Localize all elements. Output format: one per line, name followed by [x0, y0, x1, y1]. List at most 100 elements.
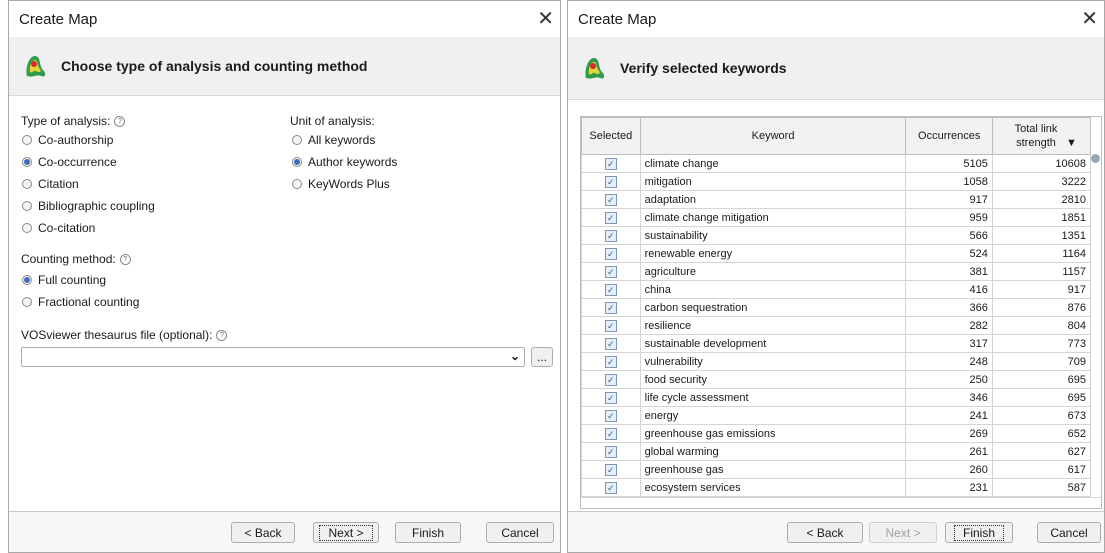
occurrences-cell: 261	[905, 442, 993, 461]
total-link-strength-cell: 917	[991, 280, 1092, 299]
selected-cell[interactable]: ✓	[581, 226, 641, 245]
checkbox-checked-icon[interactable]: ✓	[604, 265, 617, 278]
keyword-cell: life cycle assessment	[639, 388, 907, 407]
help-icon[interactable]: ?	[216, 330, 228, 342]
occurrences-cell: 231	[905, 478, 993, 497]
table-row[interactable]: ✓ carbon sequestration 366 876	[581, 298, 1092, 317]
table-row[interactable]: ✓ sustainable development 317 773	[581, 334, 1092, 353]
table-row[interactable]: ✓ life cycle assessment 346 695	[581, 388, 1092, 407]
checkbox-checked-icon[interactable]: ✓	[604, 247, 617, 260]
radio-keywords-plus[interactable]: KeyWords Plus	[292, 177, 390, 191]
radio-fractional-counting[interactable]: Fractional counting	[22, 295, 139, 309]
cancel-button[interactable]: Cancel	[1037, 522, 1101, 543]
cancel-button[interactable]: Cancel	[486, 522, 554, 543]
scroll-thumb[interactable]	[1091, 154, 1100, 163]
finish-button[interactable]: Finish	[945, 522, 1013, 543]
column-header-selected[interactable]: Selected	[581, 117, 641, 155]
table-row[interactable]: ✓ resilience 282 804	[581, 316, 1092, 335]
checkbox-checked-icon[interactable]: ✓	[604, 193, 617, 206]
occurrences-cell: 1058	[905, 172, 993, 191]
radio-full-counting[interactable]: Full counting	[22, 273, 106, 287]
checkbox-checked-icon[interactable]: ✓	[604, 229, 617, 242]
checkbox-checked-icon[interactable]: ✓	[604, 157, 617, 170]
selected-cell[interactable]: ✓	[581, 442, 641, 461]
keyword-cell: ecosystem services	[639, 478, 907, 497]
total-link-strength-cell: 1851	[991, 208, 1092, 227]
selected-cell[interactable]: ✓	[581, 388, 641, 407]
checkbox-checked-icon[interactable]: ✓	[604, 427, 617, 440]
selected-cell[interactable]: ✓	[581, 190, 641, 209]
close-icon[interactable]: ✕	[537, 9, 554, 29]
table-row[interactable]: ✓ mitigation 1058 3222	[581, 172, 1092, 191]
radio-co-citation[interactable]: Co-citation	[22, 221, 95, 235]
table-row[interactable]: ✓ climate change 5105 10608	[581, 154, 1092, 173]
help-icon[interactable]: ?	[119, 254, 131, 266]
radio-co-occurrence[interactable]: Co-occurrence	[22, 155, 117, 169]
table-row[interactable]: ✓ global warming 261 627	[581, 442, 1092, 461]
checkbox-checked-icon[interactable]: ✓	[604, 463, 617, 476]
checkbox-checked-icon[interactable]: ✓	[604, 391, 617, 404]
selected-cell[interactable]: ✓	[581, 370, 641, 389]
keywords-table-container[interactable]: Selected Keyword Occurrences Total link …	[580, 116, 1102, 509]
selected-cell[interactable]: ✓	[581, 280, 641, 299]
table-row[interactable]: ✓ agriculture 381 1157	[581, 262, 1092, 281]
table-row[interactable]: ✓ energy 241 673	[581, 406, 1092, 425]
selected-cell[interactable]: ✓	[581, 262, 641, 281]
table-row[interactable]: ✓ climate change mitigation 959 1851	[581, 208, 1092, 227]
checkbox-checked-icon[interactable]: ✓	[604, 409, 617, 422]
selected-cell[interactable]: ✓	[581, 298, 641, 317]
selected-cell[interactable]: ✓	[581, 244, 641, 263]
help-icon[interactable]: ?	[114, 116, 126, 128]
selected-cell[interactable]: ✓	[581, 316, 641, 335]
selected-cell[interactable]: ✓	[581, 478, 641, 497]
column-header-keyword[interactable]: Keyword	[639, 117, 907, 155]
keyword-cell: climate change	[639, 154, 907, 173]
radio-all-keywords[interactable]: All keywords	[292, 133, 375, 147]
back-button[interactable]: < Back	[231, 522, 295, 543]
next-button[interactable]: Next >	[313, 522, 379, 543]
column-header-occurrences[interactable]: Occurrences	[905, 117, 993, 155]
table-row[interactable]: ✓ adaptation 917 2810	[581, 190, 1092, 209]
thesaurus-file-combobox[interactable]: ⌄	[21, 347, 525, 367]
selected-cell[interactable]: ✓	[581, 406, 641, 425]
selected-cell[interactable]: ✓	[581, 334, 641, 353]
step-banner: Verify selected keywords	[568, 37, 1104, 100]
keyword-cell: vulnerability	[639, 352, 907, 371]
checkbox-checked-icon[interactable]: ✓	[604, 373, 617, 386]
browse-button[interactable]: ...	[531, 347, 553, 367]
radio-co-authorship[interactable]: Co-authorship	[22, 133, 113, 147]
table-row[interactable]: ✓ greenhouse gas 260 617	[581, 460, 1092, 479]
radio-author-keywords[interactable]: Author keywords	[292, 155, 397, 169]
checkbox-checked-icon[interactable]: ✓	[604, 301, 617, 314]
selected-cell[interactable]: ✓	[581, 208, 641, 227]
checkbox-checked-icon[interactable]: ✓	[604, 319, 617, 332]
radio-bibliographic-coupling[interactable]: Bibliographic coupling	[22, 199, 155, 213]
back-button[interactable]: < Back	[787, 522, 863, 543]
checkbox-checked-icon[interactable]: ✓	[604, 445, 617, 458]
step-heading: Verify selected keywords	[620, 60, 787, 76]
radio-citation[interactable]: Citation	[22, 177, 79, 191]
selected-cell[interactable]: ✓	[581, 460, 641, 479]
table-row[interactable]: ✓ greenhouse gas emissions 269 652	[581, 424, 1092, 443]
chevron-down-icon[interactable]: ⌄	[510, 349, 520, 363]
table-row[interactable]: ✓ vulnerability 248 709	[581, 352, 1092, 371]
selected-cell[interactable]: ✓	[581, 424, 641, 443]
selected-cell[interactable]: ✓	[581, 172, 641, 191]
table-row[interactable]: ✓ sustainability 566 1351	[581, 226, 1092, 245]
table-row[interactable]: ✓ ecosystem services 231 587	[581, 478, 1092, 497]
table-row[interactable]: ✓ food security 250 695	[581, 370, 1092, 389]
table-row[interactable]: ✓ china 416 917	[581, 280, 1092, 299]
thesaurus-label: VOSviewer thesaurus file (optional):?	[21, 328, 228, 342]
selected-cell[interactable]: ✓	[581, 352, 641, 371]
checkbox-checked-icon[interactable]: ✓	[604, 481, 617, 494]
checkbox-checked-icon[interactable]: ✓	[604, 283, 617, 296]
checkbox-checked-icon[interactable]: ✓	[604, 355, 617, 368]
close-icon[interactable]: ✕	[1081, 9, 1098, 29]
checkbox-checked-icon[interactable]: ✓	[604, 175, 617, 188]
selected-cell[interactable]: ✓	[581, 154, 641, 173]
table-row[interactable]: ✓ renewable energy 524 1164	[581, 244, 1092, 263]
column-header-total-link-strength[interactable]: Total link strength ▼	[991, 117, 1092, 155]
finish-button[interactable]: Finish	[395, 522, 461, 543]
checkbox-checked-icon[interactable]: ✓	[604, 337, 617, 350]
checkbox-checked-icon[interactable]: ✓	[604, 211, 617, 224]
